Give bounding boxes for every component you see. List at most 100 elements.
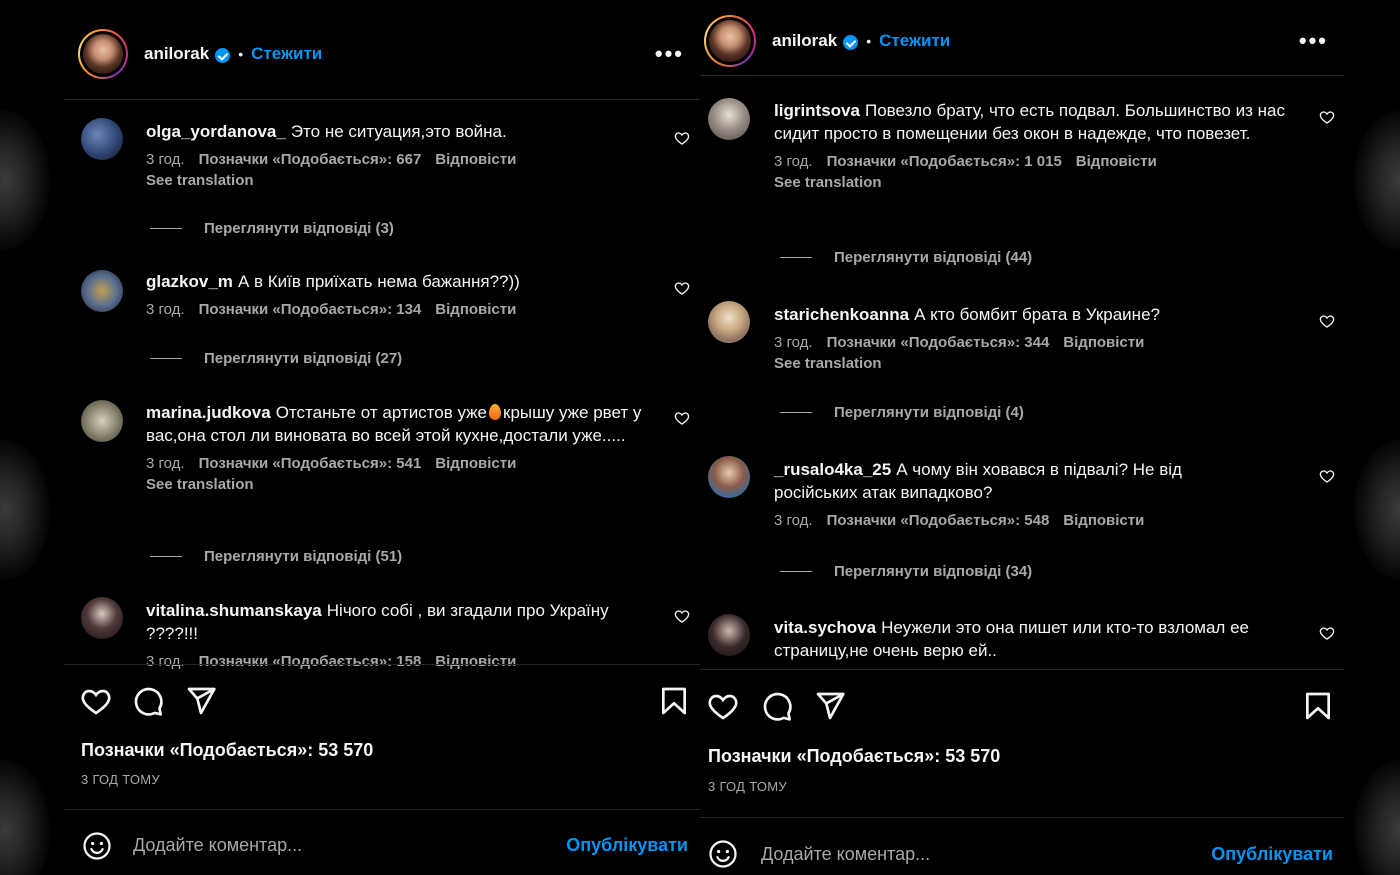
comment-username[interactable]: glazkov_m — [146, 272, 233, 291]
publish-button[interactable]: Опублікувати — [566, 835, 688, 856]
profile-username[interactable]: anilorak — [144, 44, 209, 64]
comment-text: starichenkoanna А кто бомбит брата в Укра… — [774, 305, 1160, 324]
comment-icon[interactable] — [761, 690, 793, 722]
commenter-avatar[interactable] — [708, 98, 750, 140]
post-time-ago: 3 ГОД ТОМУ — [81, 772, 160, 787]
comment-likes[interactable]: Позначки «Подобається»: 344 — [827, 334, 1050, 351]
reply-button[interactable]: Відповісти — [1076, 153, 1157, 170]
see-translation-link[interactable]: See translation — [146, 172, 666, 189]
comment-text: marina.judkova Отстаньте от артистов уже к… — [146, 403, 642, 445]
bookmark-icon[interactable] — [1302, 690, 1334, 722]
reply-button[interactable]: Відповісти — [1063, 512, 1144, 529]
blurred-background-right — [1344, 0, 1400, 875]
comment-text: ligrintsova Повезло брату, что есть подва… — [774, 101, 1285, 143]
post-panel-left: anilorak • Стежити ••• olga_yordanova_ Эт… — [64, 0, 700, 875]
comment-like-heart-icon[interactable] — [1319, 468, 1335, 484]
comment-time[interactable]: 3 год. — [146, 301, 185, 318]
post-header: anilorak • Стежити ••• — [700, 6, 1344, 76]
see-translation-link[interactable]: See translation — [774, 174, 1294, 191]
comment-username[interactable]: olga_yordanova_ — [146, 122, 286, 141]
comment-text: olga_yordanova_ Это не ситуация,это война… — [146, 122, 507, 141]
blurred-background-left — [0, 0, 64, 875]
separator-dot: • — [866, 32, 872, 49]
comment-time[interactable]: 3 год. — [774, 512, 813, 529]
share-icon[interactable] — [814, 690, 846, 722]
emoji-icon[interactable] — [708, 839, 738, 869]
add-comment-bar: Додайте коментар... Опублікувати — [700, 817, 1344, 875]
comment-like-heart-icon[interactable] — [674, 280, 690, 296]
heart-icon[interactable] — [80, 685, 112, 717]
post-likes-count[interactable]: Позначки «Подобається»: 53 570 — [708, 746, 1000, 767]
fire-emoji-icon — [489, 404, 502, 420]
post-time-ago: 3 ГОД ТОМУ — [708, 779, 787, 794]
reply-button[interactable]: Відповісти — [435, 455, 516, 472]
comment-username[interactable]: marina.judkova — [146, 403, 271, 422]
comment-username[interactable]: _rusalo4ka_25 — [774, 460, 891, 479]
comment-username[interactable]: vitalina.shumanskaya — [146, 601, 322, 620]
heart-icon[interactable] — [707, 690, 739, 722]
comment-likes[interactable]: Позначки «Подобається»: 667 — [199, 151, 422, 168]
comment-like-heart-icon[interactable] — [1319, 109, 1335, 125]
more-options-icon[interactable]: ••• — [655, 41, 684, 67]
view-replies-button[interactable]: Переглянути відповіді (51) — [150, 548, 402, 565]
see-translation-link[interactable]: See translation — [774, 355, 1294, 372]
commenter-avatar[interactable] — [81, 270, 123, 312]
comment-username[interactable]: vita.sychova — [774, 618, 876, 637]
bookmark-icon[interactable] — [658, 685, 690, 717]
view-replies-button[interactable]: Переглянути відповіді (4) — [780, 404, 1024, 421]
view-replies-button[interactable]: Переглянути відповіді (34) — [780, 563, 1032, 580]
view-replies-button[interactable]: Переглянути відповіді (27) — [150, 350, 402, 367]
view-replies-button[interactable]: Переглянути відповіді (44) — [780, 249, 1032, 266]
comment-username[interactable]: ligrintsova — [774, 101, 860, 120]
commenter-avatar[interactable] — [81, 118, 123, 160]
comment-like-heart-icon[interactable] — [674, 410, 690, 426]
share-icon[interactable] — [185, 685, 217, 717]
profile-username[interactable]: anilorak — [772, 31, 837, 51]
publish-button[interactable]: Опублікувати — [1211, 844, 1333, 865]
commenter-avatar[interactable] — [81, 400, 123, 442]
comment-like-heart-icon[interactable] — [1319, 313, 1335, 329]
commenter-avatar[interactable] — [708, 456, 750, 498]
comment-like-heart-icon[interactable] — [674, 608, 690, 624]
comment-icon[interactable] — [132, 685, 164, 717]
more-options-icon[interactable]: ••• — [1299, 28, 1328, 54]
emoji-icon[interactable] — [82, 831, 112, 861]
comment-meta: 3 год. Позначки «Подобається»: 667 Відпові… — [146, 151, 666, 168]
reply-button[interactable]: Відповісти — [435, 151, 516, 168]
commenter-avatar[interactable] — [81, 597, 123, 639]
comment-meta: 3 год. Позначки «Подобається»: 541 Відпові… — [146, 455, 656, 472]
comments-list[interactable]: ligrintsova Повезло брату, что есть подва… — [700, 76, 1344, 666]
comment-time[interactable]: 3 год. — [774, 153, 813, 170]
comment-likes[interactable]: Позначки «Подобається»: 548 — [827, 512, 1050, 529]
comment-meta: 3 год. Позначки «Подобається»: 344 Відпові… — [774, 334, 1294, 351]
post-panel-right: anilorak • Стежити ••• ligrintsova Повезл… — [700, 0, 1344, 875]
separator-dot: • — [238, 45, 244, 62]
follow-button[interactable]: Стежити — [251, 44, 322, 64]
commenter-avatar[interactable] — [708, 301, 750, 343]
comment-like-heart-icon[interactable] — [1319, 625, 1335, 641]
comment-input[interactable]: Додайте коментар... — [761, 844, 930, 865]
profile-avatar[interactable] — [78, 28, 128, 79]
comment-likes[interactable]: Позначки «Подобається»: 541 — [199, 455, 422, 472]
comment-time[interactable]: 3 год. — [774, 334, 813, 351]
comment-input[interactable]: Додайте коментар... — [133, 835, 302, 856]
comment-time[interactable]: 3 год. — [146, 151, 185, 168]
comment-text: glazkov_m А в Київ приїхать нема бажання?… — [146, 272, 520, 291]
profile-avatar[interactable] — [704, 14, 756, 67]
reply-button[interactable]: Відповісти — [435, 301, 516, 318]
see-translation-link[interactable]: See translation — [146, 476, 656, 493]
comment-likes[interactable]: Позначки «Подобається»: 134 — [199, 301, 422, 318]
comment-text: vitalina.shumanskaya Нічого собі , ви зга… — [146, 601, 609, 643]
comment-meta: 3 год. Позначки «Подобається»: 548 Відпові… — [774, 512, 1244, 529]
reply-button[interactable]: Відповісти — [1063, 334, 1144, 351]
post-likes-count[interactable]: Позначки «Подобається»: 53 570 — [81, 740, 373, 761]
comments-list[interactable]: olga_yordanova_ Это не ситуация,это война… — [64, 100, 700, 672]
comment-likes[interactable]: Позначки «Подобається»: 1 015 — [827, 153, 1062, 170]
comment-username[interactable]: starichenkoanna — [774, 305, 909, 324]
follow-button[interactable]: Стежити — [879, 31, 950, 51]
comment-text: _rusalo4ka_25 А чому він ховався в підвал… — [774, 460, 1182, 502]
commenter-avatar[interactable] — [708, 614, 750, 656]
view-replies-button[interactable]: Переглянути відповіді (3) — [150, 220, 394, 237]
comment-like-heart-icon[interactable] — [674, 130, 690, 146]
comment-time[interactable]: 3 год. — [146, 455, 185, 472]
